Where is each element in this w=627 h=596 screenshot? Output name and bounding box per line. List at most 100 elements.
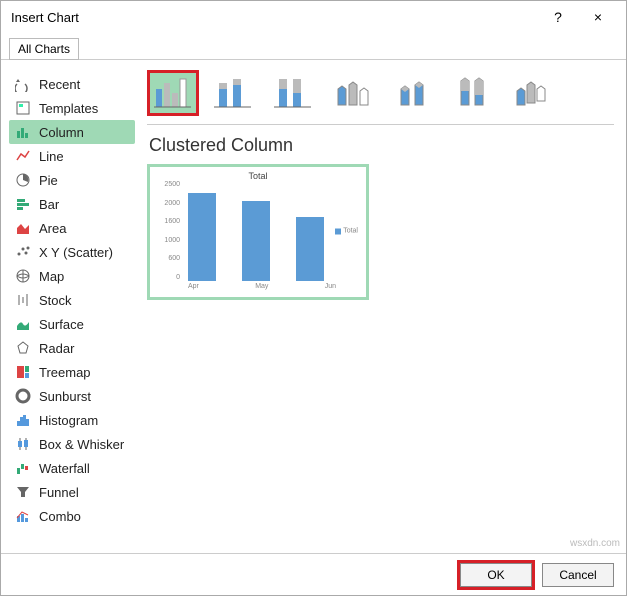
waterfall-icon [15, 460, 31, 476]
sidebar-item-map[interactable]: Map [9, 264, 135, 288]
treemap-icon [15, 364, 31, 380]
sidebar-item-label: Bar [39, 197, 59, 212]
sidebar-item-label: Treemap [39, 365, 91, 380]
subtype-3d-column[interactable] [507, 70, 559, 116]
ytick: 600 [158, 255, 180, 262]
sidebar-item-label: Funnel [39, 485, 79, 500]
radar-icon [15, 340, 31, 356]
sidebar-item-waterfall[interactable]: Waterfall [9, 456, 135, 480]
ytick: 2500 [158, 181, 180, 188]
surface-icon [15, 316, 31, 332]
sidebar-item-line[interactable]: Line [9, 144, 135, 168]
sidebar-item-templates[interactable]: Templates [9, 96, 135, 120]
sidebar-item-label: Recent [39, 77, 80, 92]
preview-bar [296, 217, 324, 281]
sidebar-item-label: Radar [39, 341, 74, 356]
ytick: 1600 [158, 218, 180, 225]
subtype-3d-stacked-column[interactable] [387, 70, 439, 116]
sidebar-item-label: Waterfall [39, 461, 90, 476]
sidebar-item-sunburst[interactable]: Sunburst [9, 384, 135, 408]
xtick: May [255, 283, 268, 290]
chart-subtype-row [147, 70, 614, 125]
sidebar-item-pie[interactable]: Pie [9, 168, 135, 192]
sidebar-item-area[interactable]: Area [9, 216, 135, 240]
cancel-button[interactable]: Cancel [542, 563, 614, 587]
preview-legend: Total [335, 228, 358, 235]
recent-icon [15, 76, 31, 92]
scatter-icon [15, 244, 31, 260]
preview-xaxis: Apr May Jun [154, 281, 362, 290]
ytick: 2000 [158, 200, 180, 207]
dialog-footer: OK Cancel [1, 553, 626, 595]
sidebar-item-label: X Y (Scatter) [39, 245, 113, 260]
xtick: Jun [325, 283, 336, 290]
watermark: wsxdn.com [570, 538, 620, 549]
sidebar-item-label: Sunburst [39, 389, 91, 404]
titlebar: Insert Chart ? × [1, 1, 626, 33]
sidebar-item-histogram[interactable]: Histogram [9, 408, 135, 432]
sidebar-item-funnel[interactable]: Funnel [9, 480, 135, 504]
sidebar-item-label: Column [39, 125, 84, 140]
sidebar-item-treemap[interactable]: Treemap [9, 360, 135, 384]
sidebar-item-bar[interactable]: Bar [9, 192, 135, 216]
insert-chart-dialog: Insert Chart ? × All Charts Recent Templ… [0, 0, 627, 596]
sunburst-icon [15, 388, 31, 404]
dialog-body: Recent Templates Column Line Pie Bar [1, 60, 626, 553]
combo-icon [15, 508, 31, 524]
legend-swatch [335, 228, 341, 234]
column-icon [15, 124, 31, 140]
preview-yaxis: 2500 2000 1600 1000 600 0 [158, 181, 180, 281]
sidebar-item-label: Stock [39, 293, 72, 308]
ytick: 0 [158, 274, 180, 281]
chart-type-sidebar: Recent Templates Column Line Pie Bar [1, 60, 141, 553]
close-button[interactable]: × [578, 3, 618, 31]
subtype-clustered-column[interactable] [147, 70, 199, 116]
subtype-3d-100-stacked-column[interactable] [447, 70, 499, 116]
templates-icon [15, 100, 31, 116]
sidebar-item-label: Combo [39, 509, 81, 524]
preview-bar [242, 201, 270, 281]
main-panel: Clustered Column Total 2500 2000 1600 10… [141, 60, 626, 553]
legend-label: Total [343, 228, 358, 235]
help-button[interactable]: ? [538, 3, 578, 31]
chart-preview[interactable]: Total 2500 2000 1600 1000 600 0 [147, 164, 369, 300]
stock-icon [15, 292, 31, 308]
ok-button[interactable]: OK [460, 563, 532, 587]
sidebar-item-column[interactable]: Column [9, 120, 135, 144]
sidebar-item-label: Box & Whisker [39, 437, 124, 452]
chart-subtype-name: Clustered Column [149, 135, 614, 156]
tab-strip: All Charts [1, 33, 626, 60]
sidebar-item-label: Templates [39, 101, 98, 116]
sidebar-item-label: Surface [39, 317, 84, 332]
ytick: 1000 [158, 237, 180, 244]
sidebar-item-label: Pie [39, 173, 58, 188]
sidebar-item-radar[interactable]: Radar [9, 336, 135, 360]
line-icon [15, 148, 31, 164]
preview-title: Total [154, 171, 362, 181]
map-icon [15, 268, 31, 284]
sidebar-item-label: Line [39, 149, 64, 164]
histogram-icon [15, 412, 31, 428]
boxwhisker-icon [15, 436, 31, 452]
pie-icon [15, 172, 31, 188]
subtype-stacked-column[interactable] [207, 70, 259, 116]
area-icon [15, 220, 31, 236]
sidebar-item-combo[interactable]: Combo [9, 504, 135, 528]
preview-bar [188, 193, 216, 281]
dialog-title: Insert Chart [9, 10, 538, 25]
sidebar-item-label: Area [39, 221, 66, 236]
sidebar-item-label: Histogram [39, 413, 98, 428]
subtype-3d-clustered-column[interactable] [327, 70, 379, 116]
preview-plot: 2500 2000 1600 1000 600 0 Total [154, 181, 362, 281]
bar-icon [15, 196, 31, 212]
subtype-100-stacked-column[interactable] [267, 70, 319, 116]
sidebar-item-recent[interactable]: Recent [9, 72, 135, 96]
sidebar-item-stock[interactable]: Stock [9, 288, 135, 312]
tab-all-charts[interactable]: All Charts [9, 38, 79, 60]
sidebar-item-label: Map [39, 269, 64, 284]
sidebar-item-boxwhisker[interactable]: Box & Whisker [9, 432, 135, 456]
funnel-icon [15, 484, 31, 500]
sidebar-item-surface[interactable]: Surface [9, 312, 135, 336]
xtick: Apr [188, 283, 199, 290]
sidebar-item-scatter[interactable]: X Y (Scatter) [9, 240, 135, 264]
